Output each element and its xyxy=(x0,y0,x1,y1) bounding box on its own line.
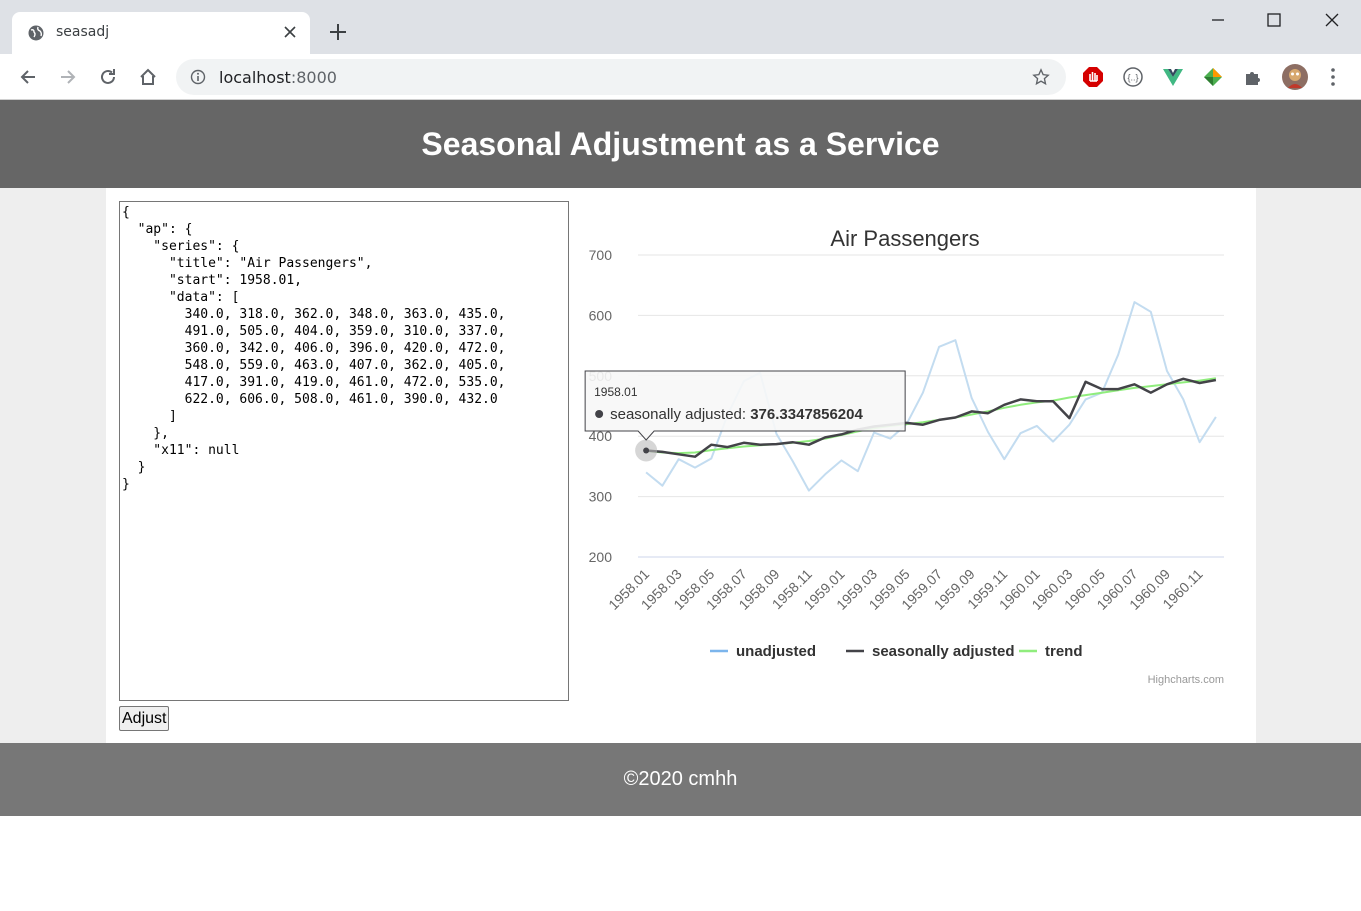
window-close-icon[interactable] xyxy=(1322,10,1342,30)
star-icon[interactable] xyxy=(1032,68,1050,86)
globe-icon xyxy=(28,25,44,41)
tooltip-series-label: seasonally adjusted: 376.3347856204 xyxy=(610,406,863,423)
y-tick-label: 300 xyxy=(589,489,613,505)
maximize-icon[interactable] xyxy=(1264,10,1284,30)
main-band: Adjust Air Passengers 200300400500600700… xyxy=(0,188,1361,743)
tooltip-category: 1958.01 xyxy=(594,385,638,399)
plus-icon[interactable] xyxy=(328,22,348,42)
url-text: localhost:8000 xyxy=(219,68,337,87)
json-extension-icon[interactable]: {..} xyxy=(1122,66,1144,88)
extension-leaf-icon[interactable] xyxy=(1202,66,1224,88)
legend-item-label[interactable]: seasonally adjusted xyxy=(872,643,1015,660)
close-icon[interactable] xyxy=(282,24,298,40)
json-input-editor[interactable] xyxy=(119,201,569,701)
profile-avatar[interactable] xyxy=(1282,64,1308,90)
chart-title: Air Passengers xyxy=(830,226,979,251)
kebab-menu-icon[interactable] xyxy=(1322,66,1344,88)
footer-text: ©2020 cmhh xyxy=(623,768,738,790)
chart-container: Air Passengers 200300400500600700 1958.0… xyxy=(582,200,1242,710)
browser-tab-bar: seasadj xyxy=(0,0,1361,54)
adjust-button[interactable]: Adjust xyxy=(119,706,170,731)
legend-item-label[interactable]: unadjusted xyxy=(736,643,816,660)
info-icon[interactable] xyxy=(190,69,206,85)
forward-arrow-icon[interactable] xyxy=(58,67,78,87)
svg-text:{..}: {..} xyxy=(1127,73,1138,83)
address-bar[interactable]: localhost:8000 xyxy=(176,59,1066,95)
browser-toolbar: localhost:8000 {..} xyxy=(0,54,1361,100)
url-port: :8000 xyxy=(290,68,337,87)
back-arrow-icon[interactable] xyxy=(18,67,38,87)
ublock-extension-icon[interactable] xyxy=(1082,66,1104,88)
legend-item-label[interactable]: trend xyxy=(1045,643,1083,660)
highcharts-credit[interactable]: Highcharts.com xyxy=(1148,674,1224,686)
web-page: Seasonal Adjustment as a Service Adjust … xyxy=(0,100,1361,911)
tooltip-value: 376.3347856204 xyxy=(750,406,863,423)
y-tick-label: 600 xyxy=(589,307,613,323)
home-icon[interactable] xyxy=(138,67,158,87)
y-tick-label: 200 xyxy=(589,549,613,565)
url-host: localhost xyxy=(219,68,291,87)
hover-point xyxy=(643,447,650,454)
y-tick-label: 700 xyxy=(589,247,613,263)
page-header: Seasonal Adjustment as a Service xyxy=(0,100,1361,188)
main-content: Adjust Air Passengers 200300400500600700… xyxy=(106,188,1256,743)
puzzle-extensions-icon[interactable] xyxy=(1242,66,1264,88)
tab-title: seasadj xyxy=(56,24,110,40)
tooltip-bullet xyxy=(595,410,604,418)
vue-extension-icon[interactable] xyxy=(1162,66,1184,88)
browser-tab[interactable]: seasadj xyxy=(12,12,310,54)
page-title: Seasonal Adjustment as a Service xyxy=(421,125,940,162)
minimize-icon[interactable] xyxy=(1208,10,1228,30)
page-footer: ©2020 cmhh xyxy=(0,743,1361,816)
reload-icon[interactable] xyxy=(98,67,118,87)
air-passengers-chart: Air Passengers 200300400500600700 1958.0… xyxy=(584,226,1224,686)
